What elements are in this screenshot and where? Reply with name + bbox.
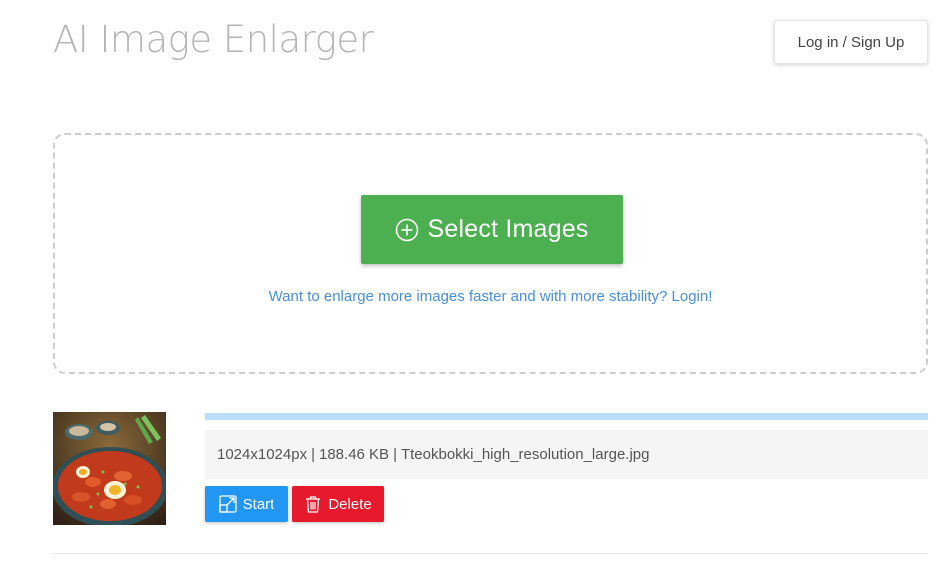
upload-progress-bar <box>205 413 928 420</box>
plus-circle-icon <box>395 218 419 242</box>
page: AI Image Enlarger Log in / Sign Up Selec… <box>0 0 945 565</box>
divider <box>53 553 928 554</box>
image-dropzone[interactable]: Select Images Want to enlarge more image… <box>53 133 928 374</box>
trash-icon <box>304 495 322 513</box>
upload-progress-fill <box>205 413 928 420</box>
start-button-label: Start <box>242 495 275 513</box>
file-info-separator: | <box>311 446 315 463</box>
page-title: AI Image Enlarger <box>53 18 374 61</box>
file-name: Tteokbokki_high_resolution_large.jpg <box>400 446 650 463</box>
image-thumbnail <box>53 412 166 525</box>
file-info: 1024x1024px | 188.46 KB | Tteokbokki_hig… <box>205 430 928 479</box>
login-signup-button[interactable]: Log in / Sign Up <box>774 20 928 64</box>
delete-button[interactable]: Delete <box>292 486 384 522</box>
start-button[interactable]: Start <box>205 486 288 522</box>
login-prompt-link[interactable]: Want to enlarge more images faster and w… <box>55 288 926 305</box>
enlarge-icon <box>219 495 237 513</box>
select-images-label: Select Images <box>427 215 589 243</box>
file-info-separator: | <box>393 446 397 463</box>
select-images-button[interactable]: Select Images <box>361 195 623 264</box>
delete-button-label: Delete <box>328 495 372 513</box>
file-dimensions: 1024x1024px <box>217 446 308 463</box>
file-size: 188.46 KB <box>319 446 390 463</box>
